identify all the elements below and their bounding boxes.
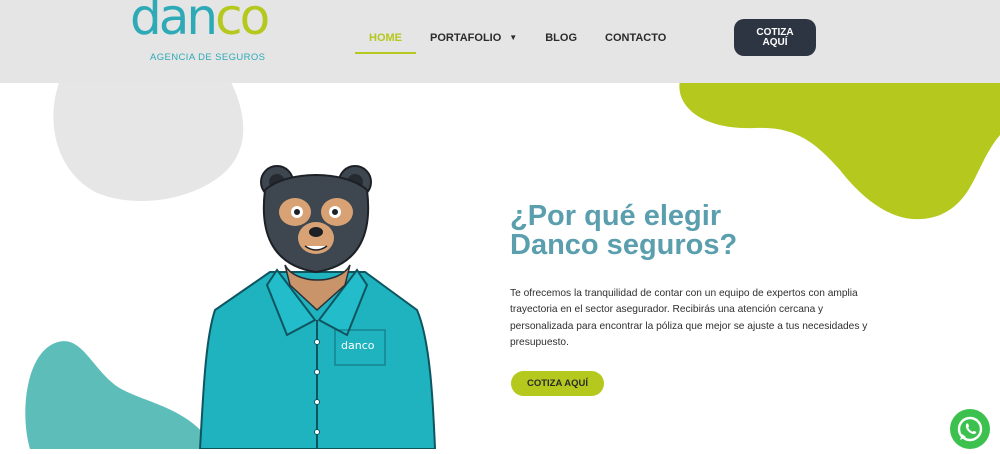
nav-item-contacto[interactable]: CONTACTO [591, 30, 680, 54]
logo-tagline: AGENCIA DE SEGUROS [150, 52, 266, 63]
teal-blob-decoration [25, 341, 216, 449]
nav-item-portafolio[interactable]: PORTAFOLIO ▼ [416, 30, 531, 54]
chevron-down-icon: ▼ [509, 33, 518, 42]
site-header: danco AGENCIA DE SEGUROS HOME PORTAFOLIO… [0, 0, 1000, 83]
hero-description: Te ofrecemos la tranquilidad de contar c… [510, 288, 868, 348]
nav-item-home[interactable]: HOME [355, 30, 416, 54]
nav-item-blog[interactable]: BLOG [531, 30, 591, 54]
cotiza-header-label: COTIZA AQUÍ [756, 26, 794, 48]
cotiza-header-button[interactable]: COTIZA AQUÍ [734, 19, 816, 56]
shirt-logo: danco [341, 339, 375, 352]
danco-logo[interactable]: danco AGENCIA DE SEGUROS [130, 0, 280, 64]
hero-title: ¿Por qué elegir Danco seguros? [510, 202, 840, 260]
logo-wordmark: danco [130, 0, 270, 46]
cotiza-hero-button[interactable]: COTIZA AQUÍ [511, 371, 604, 396]
hero-title-line2: Danco seguros? [510, 229, 738, 261]
main-nav: HOME PORTAFOLIO ▼ BLOG CONTACTO [355, 30, 680, 54]
cotiza-hero-label: COTIZA AQUÍ [526, 378, 589, 389]
hero-title-line1: ¿Por qué elegir [510, 200, 722, 232]
whatsapp-icon [957, 416, 983, 442]
whatsapp-button[interactable] [950, 409, 990, 449]
bear-mascot-illustration: danco [198, 165, 437, 449]
